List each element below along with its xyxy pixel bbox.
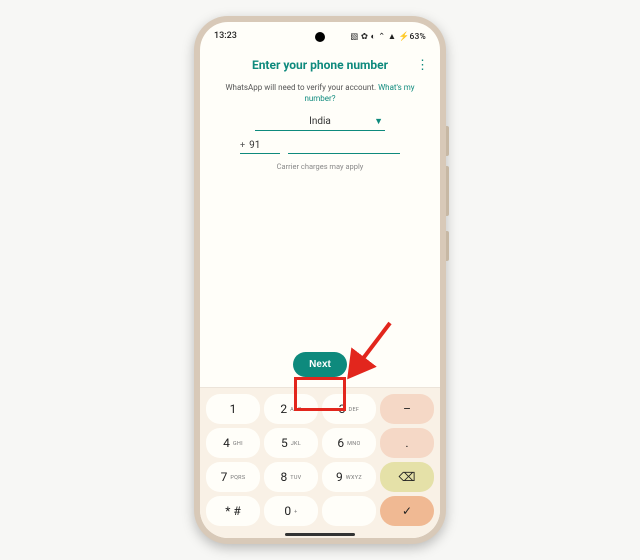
key-dash[interactable]: – [380,394,434,424]
more-options-button[interactable]: ⋮ [413,56,432,75]
key-backspace[interactable]: ⌫ [380,462,434,492]
country-code-input[interactable]: + 91 [240,140,280,154]
key-dot[interactable]: . [380,428,434,458]
key-spacer [322,496,376,526]
backspace-icon: ⌫ [399,470,416,484]
key-1[interactable]: 1 [206,394,260,424]
check-icon: ✓ [402,504,412,518]
phone-number-input[interactable] [288,139,400,154]
dropdown-arrow-icon: ▼ [374,116,383,127]
next-button-container: Next [214,352,426,387]
description-text: WhatsApp will need to verify your accoun… [214,82,426,104]
country-code-value: 91 [249,140,260,151]
app-content: Enter your phone number ⋮ WhatsApp will … [200,48,440,387]
plus-sign: + [240,141,245,151]
numeric-keyboard: 1 2ABC 3DEF – 4GHI 5JKL 6MNO . 7PQRS 8TU… [200,387,440,530]
key-2[interactable]: 2ABC [264,394,318,424]
app-header: Enter your phone number ⋮ [214,54,426,82]
key-4[interactable]: 4GHI [206,428,260,458]
power-button [446,231,449,261]
screen: 13:23 ▧ ✿ ◐ ⌃ ▲ ⚡63% Enter your phone nu… [200,22,440,538]
key-6[interactable]: 6MNO [322,428,376,458]
status-indicators: ▧ ✿ ◐ ⌃ ▲ ⚡63% [350,31,426,42]
status-time: 13:23 [214,31,237,41]
key-0[interactable]: 0+ [264,496,318,526]
carrier-note: Carrier charges may apply [214,162,426,171]
country-label: India [309,116,331,127]
country-selector[interactable]: India ▼ [255,114,385,131]
nav-bar[interactable] [200,530,440,538]
side-button [446,126,449,156]
key-3[interactable]: 3DEF [322,394,376,424]
phone-frame: 13:23 ▧ ✿ ◐ ⌃ ▲ ⚡63% Enter your phone nu… [194,16,446,544]
key-8[interactable]: 8TUV [264,462,318,492]
front-camera [315,32,325,42]
volume-button [446,166,449,216]
description-prefix: WhatsApp will need to verify your accoun… [225,83,378,92]
key-enter[interactable]: ✓ [380,496,434,526]
nav-pill [285,533,355,536]
key-symbols[interactable]: * # [206,496,260,526]
key-5[interactable]: 5JKL [264,428,318,458]
page-title: Enter your phone number [214,54,426,82]
key-9[interactable]: 9WXYZ [322,462,376,492]
phone-input-row: + 91 [240,139,400,154]
next-button[interactable]: Next [293,352,347,377]
key-7[interactable]: 7PQRS [206,462,260,492]
